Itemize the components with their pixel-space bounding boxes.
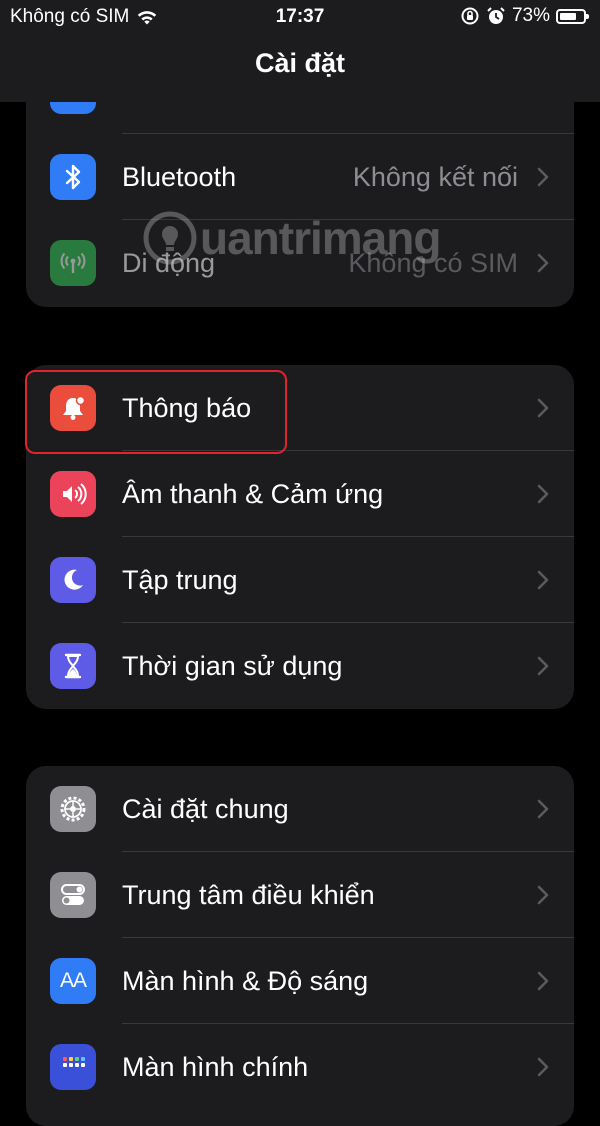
- right-status-area: 73%: [460, 5, 589, 27]
- settings-row-focus[interactable]: Tập trung: [26, 537, 574, 623]
- settings-row-label: Tập trung: [122, 564, 238, 595]
- chevron-right-icon: [537, 570, 549, 590]
- settings-row-home-screen[interactable]: Màn hình chính: [26, 1024, 574, 1110]
- highlight-box: [25, 370, 287, 454]
- alarm-icon: [487, 7, 505, 24]
- battery-icon: [556, 8, 589, 24]
- chevron-right-icon: [537, 484, 549, 504]
- chevron-right-icon: [537, 398, 549, 418]
- chevron-right-icon: [537, 1057, 549, 1077]
- settings-row-label: Màn hình & Độ sáng: [122, 965, 369, 996]
- settings-row-general[interactable]: Cài đặt chung: [26, 766, 574, 852]
- settings-row-bluetooth[interactable]: Bluetooth Không kết nối: [26, 134, 574, 220]
- home-grid-icon: [50, 1044, 96, 1090]
- settings-row-label: Cài đặt chung: [122, 793, 289, 824]
- chevron-right-icon: [537, 971, 549, 991]
- settings-row-value: Không kết nối: [352, 161, 518, 192]
- chevron-right-icon: [537, 885, 549, 905]
- chevron-right-icon: [537, 656, 549, 676]
- text-size-icon: AA: [50, 958, 96, 1004]
- top-bar: Không có SIM 17:37 73% Cài đặt: [0, 0, 600, 102]
- settings-row-display[interactable]: AA Màn hình & Độ sáng: [26, 938, 574, 1024]
- page-title: Cài đặt: [254, 48, 346, 78]
- speaker-icon: [50, 471, 96, 517]
- settings-row-label: Bluetooth: [122, 161, 237, 192]
- settings-row-label: Màn hình chính: [122, 1051, 309, 1082]
- settings-row-cellular[interactable]: Di động Không có SIM: [26, 220, 574, 306]
- chevron-right-icon: [537, 167, 549, 187]
- settings-group-general: Cài đặt chung Trung tâm điều khiển AA Mà…: [26, 766, 574, 1126]
- text-size-glyph: AA: [59, 969, 87, 992]
- battery-percent: 73%: [511, 5, 550, 26]
- toggles-icon: [50, 872, 96, 918]
- settings-row-label: Âm thanh & Cảm ứng: [122, 478, 384, 509]
- chevron-right-icon: [537, 799, 549, 819]
- settings-row-sounds[interactable]: Âm thanh & Cảm ứng: [26, 451, 574, 537]
- antenna-icon: [50, 240, 96, 286]
- status-bar: Không có SIM 17:37 73%: [0, 0, 600, 34]
- settings-row-label: Di động: [122, 247, 216, 278]
- hourglass-icon: [50, 643, 96, 689]
- bluetooth-icon: [50, 154, 96, 200]
- settings-row-label: Thời gian sử dụng: [122, 650, 343, 681]
- settings-row-label: Trung tâm điều khiển: [122, 879, 375, 910]
- gear-icon: [50, 786, 96, 832]
- moon-icon: [50, 557, 96, 603]
- settings-row-control-center[interactable]: Trung tâm điều khiển: [26, 852, 574, 938]
- chevron-right-icon: [537, 253, 549, 273]
- orientation-lock-icon: [461, 7, 479, 25]
- settings-row-screen-time[interactable]: Thời gian sử dụng: [26, 623, 574, 709]
- settings-row-value: Không có SIM: [348, 247, 518, 278]
